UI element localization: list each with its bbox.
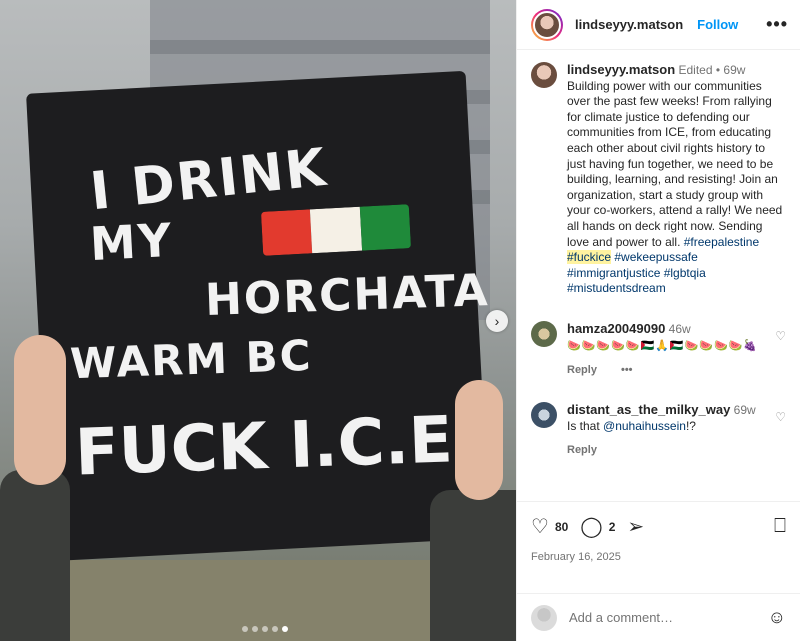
add-comment-bar: ☺ <box>517 593 800 641</box>
caption-text: Building power with our communities over… <box>567 78 783 249</box>
more-options-icon[interactable]: ••• <box>766 14 788 35</box>
post-photo[interactable]: I DRINK MY HORCHATA WARM BC FUCK I.C.E › <box>0 0 516 641</box>
right-hand <box>455 380 503 500</box>
hashtag-link[interactable]: #mistudentsdream <box>567 281 666 295</box>
reply-button[interactable]: Reply <box>567 442 597 458</box>
comment-age[interactable]: 69w <box>734 403 756 417</box>
photo-window-row <box>150 40 490 54</box>
smiley-icon[interactable]: ☺ <box>768 607 786 628</box>
left-hand <box>14 335 66 485</box>
right-sleeve <box>430 490 516 641</box>
flag-stripe-red <box>359 204 412 251</box>
author-avatar[interactable] <box>531 8 563 41</box>
hashtag-link[interactable]: #wekeepussafe <box>614 250 697 264</box>
caption-edited: Edited <box>678 63 713 77</box>
caption-username[interactable]: lindseyyy.matson <box>567 62 675 77</box>
action-icons-row: ♡ 80 ◯ 2 ➢ ⎕ <box>531 514 786 539</box>
comment-item: hamza20049090 46w 🍉🍉🍉🍉🍉🇵🇸🙏🇵🇸🍉🍉🍉🍉🍇 Reply … <box>531 320 786 378</box>
flag-stripe-green <box>260 209 313 256</box>
caption-body: lindseyyy.matson Edited • 69w Building p… <box>567 62 786 297</box>
commenter-avatar[interactable] <box>531 401 557 428</box>
comment-item: distant_as_the_milky_way 69w Is that @nu… <box>531 401 786 458</box>
hashtag-link[interactable]: #fuckice <box>567 250 612 265</box>
comment-text-prefix: Is that <box>567 418 604 433</box>
heart-icon[interactable]: ♡ <box>531 514 549 539</box>
carousel-dot-active <box>282 626 288 632</box>
next-photo-button[interactable]: › <box>486 310 508 332</box>
comment-body: hamza20049090 46w 🍉🍉🍉🍉🍉🇵🇸🙏🇵🇸🍉🍉🍉🍉🍇 Reply … <box>567 321 777 378</box>
hashtag-link[interactable]: #freepalestine <box>684 235 759 249</box>
comment-like-icon[interactable]: ♡ <box>775 329 786 343</box>
sign-line-3: HORCHATA <box>204 265 491 326</box>
hashtag-link[interactable]: #lgbtqia <box>664 266 706 280</box>
caption-separator: • <box>715 63 721 77</box>
commenter-username[interactable]: hamza20049090 <box>567 321 665 336</box>
carousel-dot <box>262 626 268 632</box>
carousel-dot <box>242 626 248 632</box>
bookmark-icon[interactable]: ⎕ <box>774 515 786 538</box>
comment-icon[interactable]: ◯ <box>580 514 602 539</box>
follow-button[interactable]: Follow <box>697 17 738 32</box>
author-username[interactable]: lindseyyy.matson <box>575 17 683 32</box>
comment-actions: Reply ••• <box>567 362 777 378</box>
post-header: lindseyyy.matson Follow ••• <box>517 0 800 50</box>
post-caption: lindseyyy.matson Edited • 69w Building p… <box>531 62 786 297</box>
comments-count: 2 <box>608 519 616 534</box>
mexican-flag <box>260 204 412 256</box>
comment-text-suffix: !? <box>685 418 696 433</box>
post-date[interactable]: February 16, 2025 <box>531 551 786 563</box>
carousel-dots <box>242 626 288 632</box>
mention-link[interactable]: @nuhaihussein <box>603 419 686 433</box>
commenter-avatar[interactable] <box>531 320 557 347</box>
comment-like-icon[interactable]: ♡ <box>775 410 786 424</box>
comment-actions: Reply <box>567 442 777 458</box>
comments-list[interactable]: lindseyyy.matson Edited • 69w Building p… <box>517 50 800 501</box>
flag-stripe-white <box>310 206 362 254</box>
post-side-panel: lindseyyy.matson Follow ••• lindseyyy.ma… <box>516 0 800 641</box>
comment-age[interactable]: 46w <box>669 322 691 336</box>
hashtag-link[interactable]: #immigrantjustice <box>567 266 660 280</box>
comment-input[interactable] <box>569 610 759 625</box>
reply-button[interactable]: Reply <box>567 362 597 378</box>
sign-line-4: WARM BC <box>69 330 314 389</box>
comment-more-icon[interactable]: ••• <box>621 362 633 378</box>
caption-age[interactable]: 69w <box>723 63 745 77</box>
post-view: I DRINK MY HORCHATA WARM BC FUCK I.C.E ›… <box>0 0 800 641</box>
likes-count[interactable]: 80 <box>555 520 568 534</box>
comment-text: 🍉🍉🍉🍉🍉🇵🇸🙏🇵🇸🍉🍉🍉🍉🍇 <box>567 339 759 352</box>
left-sleeve <box>0 470 70 641</box>
sign-line-2: MY <box>88 212 175 272</box>
share-icon[interactable]: ➢ <box>627 514 644 539</box>
carousel-dot <box>252 626 258 632</box>
sign-line-5: FUCK I.C.E <box>73 403 454 491</box>
carousel-dot <box>272 626 278 632</box>
caption-avatar[interactable] <box>531 62 557 88</box>
post-actions: ♡ 80 ◯ 2 ➢ ⎕ February 16, 2025 <box>517 501 800 593</box>
commenter-username[interactable]: distant_as_the_milky_way <box>567 402 730 417</box>
comment-body: distant_as_the_milky_way 69w Is that @nu… <box>567 402 777 458</box>
current-user-avatar <box>531 604 557 631</box>
